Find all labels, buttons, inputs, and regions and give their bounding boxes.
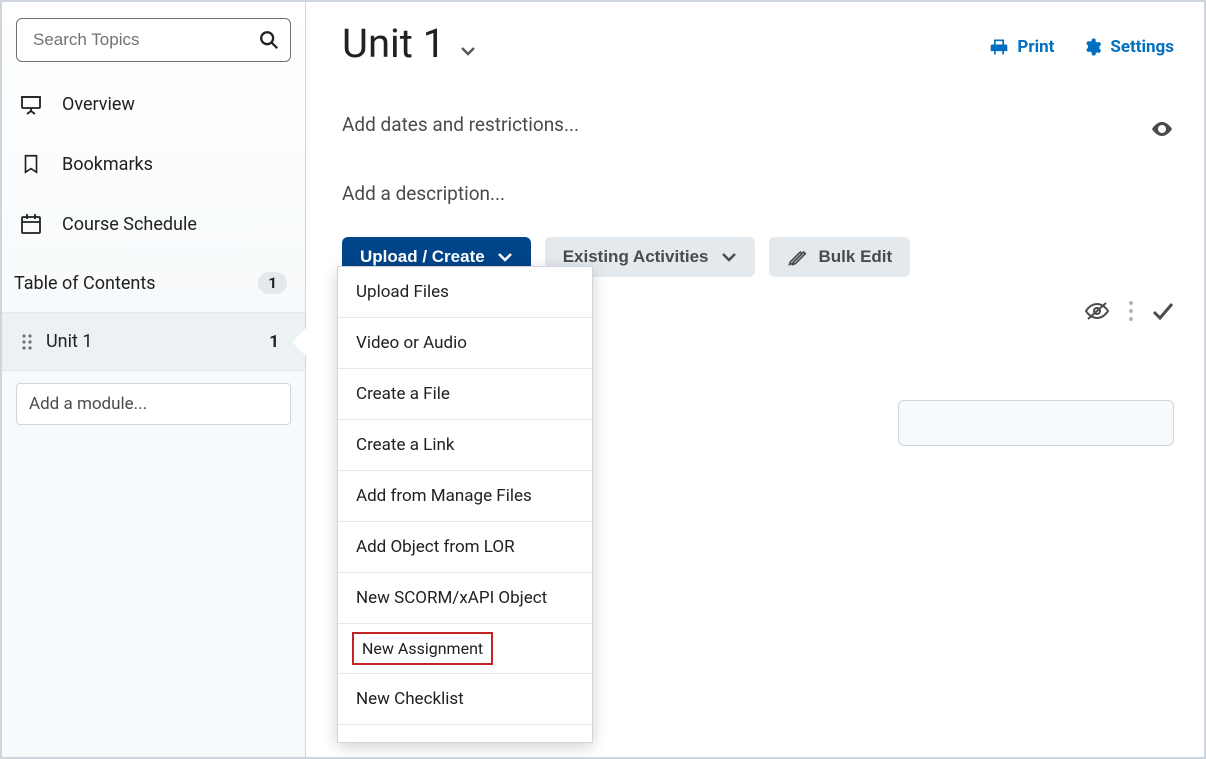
- title-dropdown-icon[interactable]: [459, 45, 477, 57]
- print-label: Print: [1017, 37, 1054, 57]
- upload-create-label: Upload / Create: [360, 247, 485, 267]
- chevron-down-icon: [497, 252, 513, 262]
- sidebar-toc[interactable]: Table of Contents 1: [2, 254, 305, 313]
- sidebar-item-overview[interactable]: Overview: [2, 74, 305, 134]
- app-frame: Overview Bookmarks Course Schedule: [0, 0, 1206, 759]
- dropdown-item-label: New Assignment: [352, 632, 493, 665]
- page-title: Unit 1: [342, 20, 445, 67]
- add-dates-link[interactable]: Add dates and restrictions...: [342, 113, 1174, 136]
- dropdown-item[interactable]: Add from Manage Files: [338, 471, 592, 522]
- calendar-icon: [18, 212, 44, 236]
- visibility-toggle-icon[interactable]: [1150, 120, 1174, 138]
- search-icon[interactable]: [258, 29, 280, 51]
- sidebar-item-label: Course Schedule: [62, 214, 197, 235]
- search-input[interactable]: [31, 29, 258, 51]
- hidden-icon[interactable]: [1084, 301, 1110, 321]
- upload-create-dropdown: Upload FilesVideo or AudioCreate a FileC…: [337, 266, 593, 743]
- dropdown-item[interactable]: New SCORM/xAPI Object: [338, 573, 592, 624]
- dropdown-item[interactable]: Add Object from LOR: [338, 522, 592, 573]
- check-icon[interactable]: [1152, 302, 1174, 320]
- gear-icon: [1082, 37, 1102, 57]
- dropdown-item-new-assignment[interactable]: New Assignment: [338, 624, 592, 674]
- title-row: Unit 1 Print: [342, 20, 1174, 67]
- search-box[interactable]: [16, 18, 291, 62]
- print-button[interactable]: Print: [989, 37, 1054, 57]
- dropdown-item[interactable]: Video or Audio: [338, 318, 592, 369]
- toc-count-badge: 1: [258, 272, 287, 294]
- bookmark-icon: [18, 152, 44, 176]
- presentation-icon: [18, 92, 44, 116]
- item-row-actions: [1084, 300, 1174, 322]
- chevron-down-icon: [721, 252, 737, 262]
- sidebar: Overview Bookmarks Course Schedule: [2, 2, 306, 757]
- dropdown-item[interactable]: New Checklist: [338, 674, 592, 725]
- bulk-edit-button[interactable]: Bulk Edit: [769, 237, 911, 277]
- settings-button[interactable]: Settings: [1082, 37, 1174, 57]
- sidebar-item-bookmarks[interactable]: Bookmarks: [2, 134, 305, 194]
- dropdown-item[interactable]: Create a File: [338, 369, 592, 420]
- sidebar-item-schedule[interactable]: Course Schedule: [2, 194, 305, 254]
- pencil-icon: [787, 247, 807, 267]
- existing-activities-label: Existing Activities: [563, 247, 709, 267]
- sidebar-item-label: Bookmarks: [62, 154, 153, 175]
- more-icon[interactable]: [1128, 300, 1134, 322]
- sidebar-item-label: Overview: [62, 94, 135, 115]
- add-module-input[interactable]: Add a module...: [16, 383, 291, 425]
- dropdown-item[interactable]: Upload Files: [338, 267, 592, 318]
- print-icon: [989, 37, 1009, 57]
- toc-label: Table of Contents: [14, 273, 156, 294]
- bulk-edit-label: Bulk Edit: [819, 247, 893, 267]
- sidebar-unit-item[interactable]: Unit 1 1: [2, 313, 305, 370]
- add-subtopic-input[interactable]: [898, 400, 1174, 446]
- dropdown-item[interactable]: Create a Link: [338, 420, 592, 471]
- drag-handle-icon[interactable]: [20, 333, 34, 351]
- add-description-link[interactable]: Add a description...: [342, 182, 1174, 205]
- settings-label: Settings: [1110, 37, 1174, 57]
- sidebar-unit-label: Unit 1: [46, 331, 92, 352]
- sidebar-unit-count: 1: [269, 332, 287, 352]
